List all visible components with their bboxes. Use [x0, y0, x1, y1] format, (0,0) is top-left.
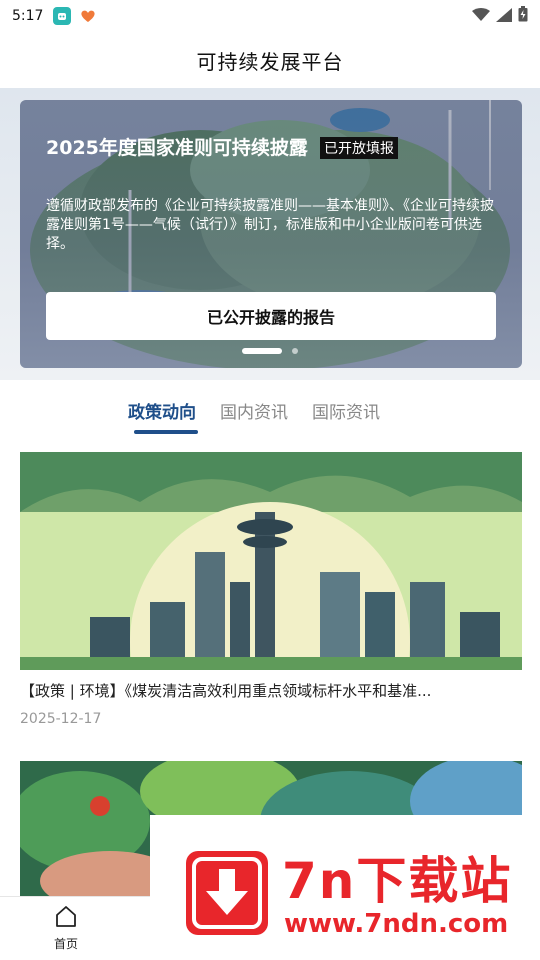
watermark-brand: 7n下载站 [282, 852, 513, 910]
app-header: 可持续发展平台 [0, 32, 540, 88]
wifi-icon [472, 7, 490, 26]
news-date: 2025-12-17 [20, 711, 102, 727]
status-badge: 已开放填报 [320, 137, 398, 159]
hero-title: 2025年度国家准则可持续披露 [46, 137, 308, 159]
tab-policy[interactable]: 政策动向 [128, 380, 198, 440]
tab-underline [134, 430, 198, 434]
nav-home-label: 首页 [53, 937, 78, 951]
news-tabs: 政策动向 国内资讯 国际资讯 [0, 380, 540, 440]
tab-label: 国际资讯 [312, 403, 380, 423]
download-logo-icon [186, 851, 268, 935]
status-bar: 5:17 [0, 0, 540, 32]
signal-icon [496, 7, 512, 26]
city-illustration [20, 452, 522, 670]
home-icon [54, 905, 78, 931]
watermark: 7n下载站 www.7ndn.com [150, 815, 540, 960]
page-title: 可持续发展平台 [196, 49, 344, 74]
news-title[interactable]: 【政策 | 环境】《煤炭清洁高效利用重点领域标杆水平和基准... [20, 680, 522, 701]
news-card[interactable]: 【政策 | 环境】《煤炭清洁高效利用重点领域标杆水平和基准... 2025-12… [20, 452, 522, 727]
hero-description: 遵循财政部发布的《企业可持续披露准则——基本准则》、《企业可持续披露准则第1号—… [46, 198, 494, 252]
carousel-indicator[interactable] [242, 348, 298, 354]
carousel-dot-active[interactable] [242, 348, 282, 354]
notification-app-icon [53, 7, 72, 25]
carousel-dot[interactable] [292, 348, 298, 354]
notification-heart-icon [79, 7, 97, 25]
news-thumbnail[interactable] [20, 452, 522, 670]
tab-label: 国内资讯 [220, 403, 288, 423]
tab-label: 政策动向 [128, 403, 196, 423]
nav-home[interactable]: 首页 [36, 905, 96, 952]
hero-banner[interactable]: 2025年度国家准则可持续披露 已开放填报 遵循财政部发布的《企业可持续披露准则… [20, 100, 522, 368]
disclosed-reports-button[interactable]: 已公开披露的报告 [46, 292, 496, 340]
watermark-url: www.7ndn.com [284, 909, 509, 939]
tab-international[interactable]: 国际资讯 [312, 380, 380, 440]
status-time: 5:17 [12, 8, 44, 24]
tab-domestic[interactable]: 国内资讯 [220, 380, 288, 440]
battery-icon [518, 6, 528, 26]
